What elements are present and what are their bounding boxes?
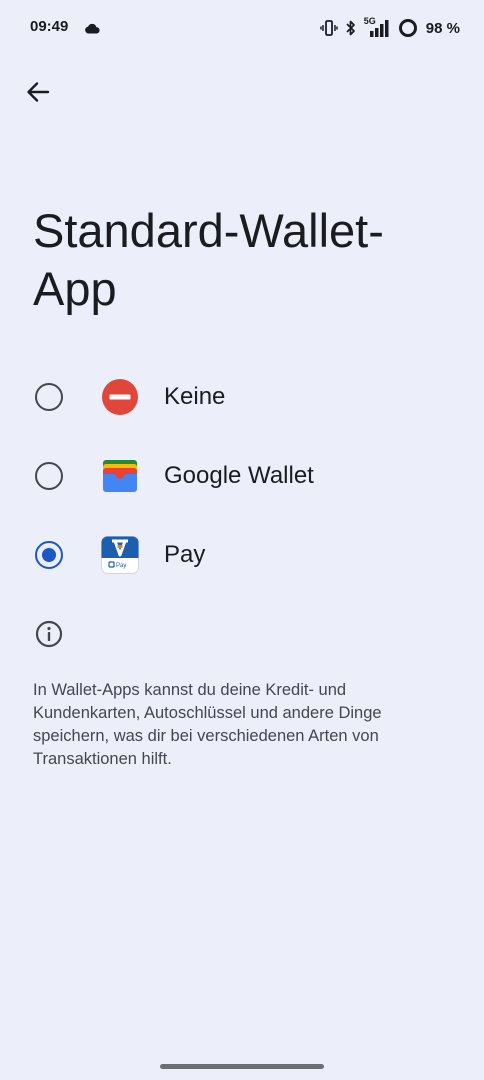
option-keine[interactable]: Keine: [0, 361, 484, 433]
arrow-back-icon: [27, 82, 50, 102]
vibrate-icon: [320, 20, 338, 36]
battery-ring-icon: [398, 19, 417, 37]
google-wallet-icon: [103, 460, 137, 492]
radio-button-selected[interactable]: [35, 541, 63, 569]
network-type-label: 5G: [364, 16, 392, 38]
cloud-icon: [85, 23, 100, 34]
status-bar: 09:49 5G 98 %: [0, 0, 484, 58]
page-title: Standard-Wallet-App: [33, 204, 384, 315]
gesture-navigation-bar[interactable]: [160, 1064, 324, 1069]
vr-pay-icon: Pay: [101, 536, 139, 574]
bluetooth-icon: [346, 20, 355, 36]
info-description: In Wallet-Apps kannst du deine Kredit- u…: [33, 681, 382, 768]
back-button[interactable]: [18, 72, 58, 112]
option-label: Pay: [164, 541, 206, 568]
vr-pay-icon-text: Pay: [116, 563, 126, 569]
option-pay[interactable]: Pay Pay: [0, 519, 484, 591]
radio-button[interactable]: [35, 462, 63, 490]
radio-button[interactable]: [35, 383, 63, 411]
radio-dot: [42, 548, 56, 562]
option-label: Keine: [164, 383, 226, 410]
battery-percentage: 98 %: [425, 19, 460, 37]
status-time: 09:49: [30, 18, 69, 35]
status-icons: 5G 98 %: [320, 16, 460, 39]
info-icon: [35, 620, 63, 648]
option-google-wallet[interactable]: Google Wallet: [0, 440, 484, 512]
option-label: Google Wallet: [164, 462, 314, 489]
signal-icon: [369, 20, 389, 37]
no-entry-icon: [102, 379, 138, 415]
